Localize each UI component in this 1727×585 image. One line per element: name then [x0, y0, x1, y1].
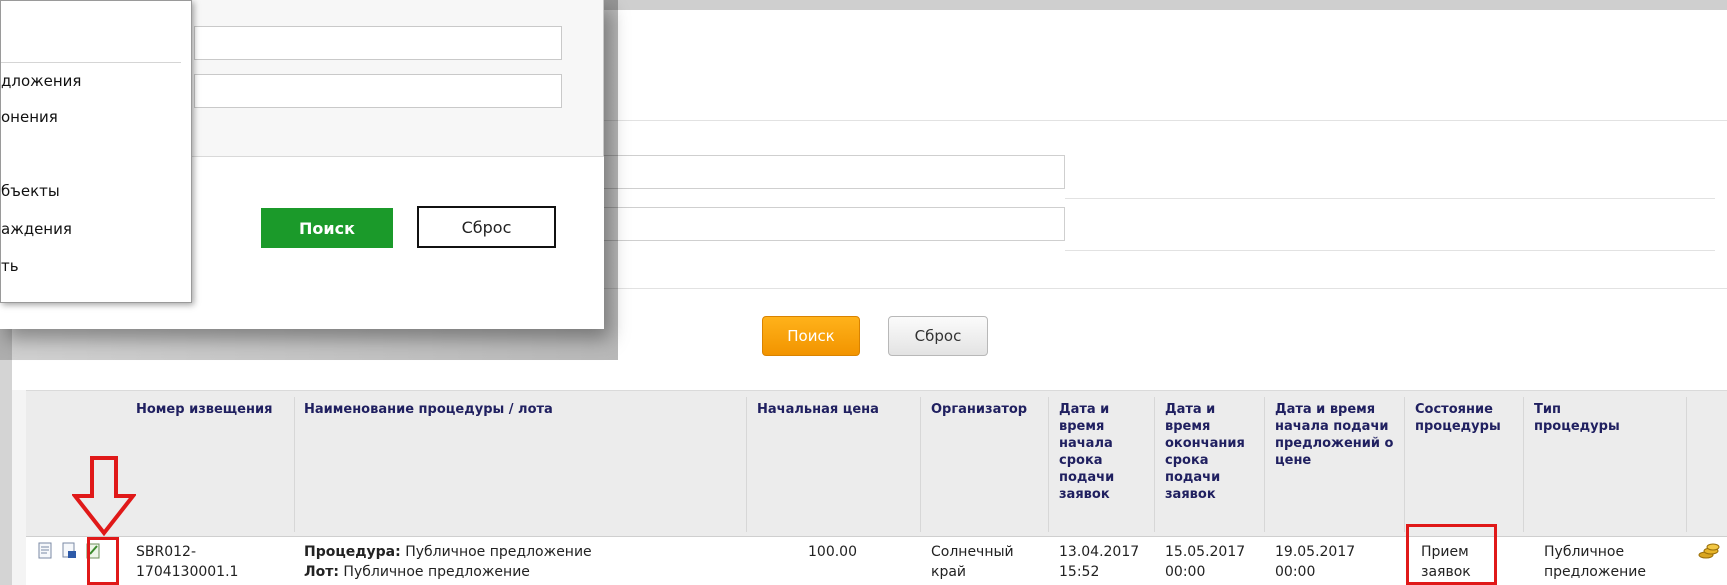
header-state[interactable]: Состояние процедуры [1415, 401, 1520, 435]
cell-type: Публичное предложение [1544, 544, 1646, 580]
cell-organizer: Солнечный край [931, 544, 1014, 580]
header-type[interactable]: Тип процедуры [1534, 401, 1644, 435]
header-start-date[interactable]: Дата и время начала срока подачи заявок [1059, 401, 1131, 503]
cell-name[interactable]: Процедура: Публичное предложение Лот: Пу… [304, 542, 744, 582]
header-organizer[interactable]: Организатор [931, 401, 1046, 418]
divider [1065, 250, 1715, 251]
header-end-date[interactable]: Дата и время окончания срока подачи заяв… [1165, 401, 1255, 503]
column-separator [1264, 397, 1265, 532]
cell-price: 100.00 [808, 544, 857, 560]
column-separator [920, 397, 921, 532]
cell-start-date: 13.04.2017 15:52 [1059, 544, 1140, 580]
popup-field-1[interactable] [194, 26, 562, 60]
cell-offers-date: 19.05.2017 00:00 [1275, 544, 1356, 580]
menu-item-3[interactable]: бъекты [1, 181, 60, 201]
column-separator [746, 397, 747, 532]
menu-item-4[interactable]: аждения [1, 219, 72, 239]
header-price[interactable]: Начальная цена [757, 401, 917, 418]
popup-reset-button[interactable]: Сброс [417, 206, 556, 248]
document-icon[interactable] [38, 542, 52, 559]
menu-divider [1, 62, 181, 63]
column-separator [1154, 397, 1155, 532]
table-header-row: Номер извещения Наименование процедуры /… [26, 390, 1727, 537]
header-name[interactable]: Наименование процедуры / лота [304, 401, 734, 418]
menu-item-1[interactable]: дложения [1, 71, 81, 91]
divider [1065, 198, 1715, 199]
popup-search-button[interactable]: Поиск [261, 208, 393, 248]
lot-label: Лот: [304, 564, 339, 580]
procedure-value: Публичное предложение [405, 544, 592, 560]
search-popup: Поиск Сброс дложения онения бъекты ажден… [0, 0, 604, 329]
column-separator [1404, 397, 1405, 532]
cell-number[interactable]: SBR012-1704130001.1 [136, 542, 286, 582]
reset-button[interactable]: Сброс [888, 316, 988, 356]
procedure-label: Процедура: [304, 544, 401, 560]
header-number[interactable]: Номер извещения [136, 401, 286, 418]
annotation-box-state [1406, 524, 1497, 585]
menu-item-5[interactable]: ть [1, 256, 19, 276]
column-separator [294, 397, 295, 532]
column-separator [1686, 397, 1687, 532]
menu-item-2[interactable]: онения [1, 107, 58, 127]
lot-value: Публичное предложение [343, 564, 530, 580]
dropdown-menu: дложения онения бъекты аждения ть [0, 0, 192, 303]
column-separator [1523, 397, 1524, 532]
search-button[interactable]: Поиск [762, 316, 860, 356]
cell-end-date: 15.05.2017 00:00 [1165, 544, 1246, 580]
annotation-box-edit [87, 537, 119, 585]
annotation-arrow [72, 456, 136, 536]
column-separator [1048, 397, 1049, 532]
header-offers-date[interactable]: Дата и время начала подачи предложений о… [1275, 401, 1400, 469]
popup-field-2[interactable] [194, 74, 562, 108]
document-lock-icon[interactable] [62, 542, 76, 559]
coins-icon[interactable] [1698, 542, 1720, 559]
